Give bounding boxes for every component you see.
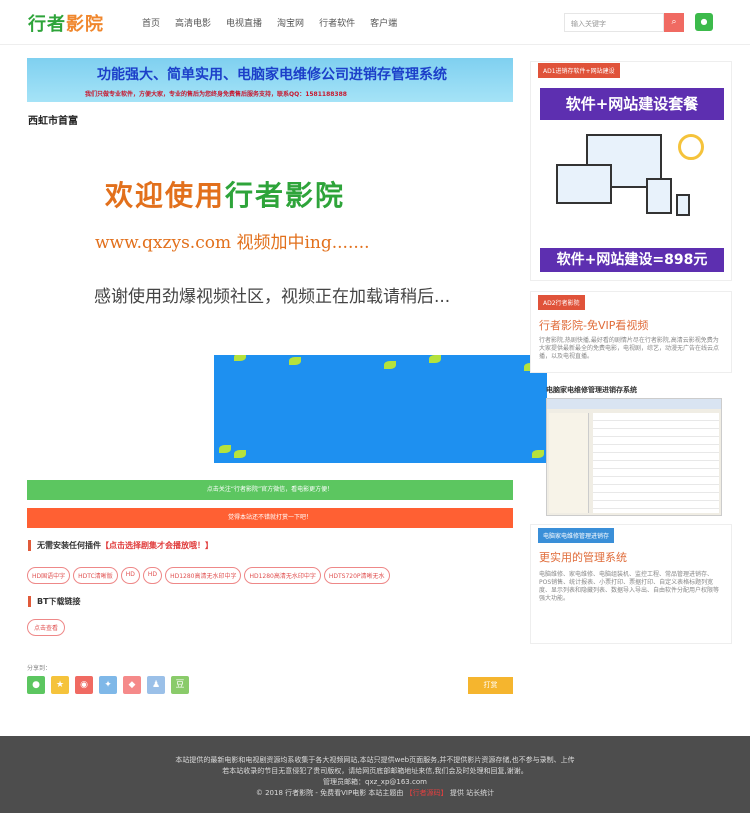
search-button[interactable]: ⌕ <box>664 13 684 32</box>
welcome-part1: 欢迎使用 <box>105 179 226 212</box>
episode-tag[interactable]: HD1280高清无水印中字 <box>244 567 321 584</box>
top-banner-ad[interactable]: 功能强大、简单实用、电脑家电维修公司进销存管理系统 我们只做专业软件，方便大家，… <box>27 58 513 102</box>
leaf-decoration <box>234 355 246 361</box>
nav-item-hd-movies[interactable]: 高清电影 <box>175 16 211 29</box>
share-label: 分享到： <box>27 665 52 672</box>
plugin-label: 无需安装任何插件 <box>37 541 101 550</box>
ad1-top-text: 软件+网站建设套餐 <box>540 88 724 120</box>
leaf-decoration <box>234 450 246 458</box>
nav-item-software[interactable]: 行者软件 <box>319 16 355 29</box>
tip-button[interactable]: 打赏 <box>468 677 513 694</box>
wechat-icon: ● <box>700 17 708 26</box>
nav-item-tv-live[interactable]: 电视直播 <box>226 16 262 29</box>
search-input[interactable]: 输入关键字 <box>564 13 664 32</box>
video-ad-image <box>214 355 547 463</box>
sidebar-ad1-label: AD1进销存软件+网站建设 <box>538 63 620 78</box>
footer-email: 管理员邮箱：qxz_xp@163.com <box>323 778 427 786</box>
wechat-button[interactable]: ● <box>695 13 713 31</box>
ad2-title[interactable]: 行者影院-免VIP看视频 <box>539 317 648 333</box>
phone-image <box>676 194 690 216</box>
logo-part2: 影院 <box>66 14 104 35</box>
follow-wechat-button[interactable]: 点击关注“行者影院”官方微信，看电影更方便！ <box>27 480 513 500</box>
video-player[interactable]: 欢迎使用行者影院 www.qxzys.com 视频加中ing....... 感谢… <box>27 140 547 470</box>
wechat-share-icon[interactable]: ● <box>27 676 45 694</box>
laptop-image <box>556 164 612 204</box>
leaf-decoration <box>289 357 301 365</box>
footer-copyright: © 2018 行者影院 - 免费看VIP电影 本站主题由 【行者源码】 提供 站… <box>0 788 750 798</box>
episode-tag[interactable]: HD国语中字 <box>27 567 71 584</box>
sidebar-ad2-label: AD2行者影院 <box>538 295 585 310</box>
theme-source-link[interactable]: 【行者源码】 <box>406 789 448 797</box>
banner-subtitle: 我们只做专业软件，方便大家，专业的售后为您终身免费售后服务支持，联系QQ：158… <box>85 91 347 98</box>
plugin-section-heading: 无需安装任何插件【点击选择剧集才会播放哦！】 <box>28 540 213 551</box>
loading-text: 感谢使用劲爆视频社区，视频正在加载请稍后... <box>94 287 451 307</box>
stats-link[interactable]: 提供 站长统计 <box>450 789 494 797</box>
share-icons: ● ★ ◉ ✦ ◆ ♟ 豆 <box>27 676 189 694</box>
ad1-bottom-text: 软件+网站建设=898元 <box>540 248 724 272</box>
site-url-text: www.qxzys.com 视频加中ing....... <box>95 233 370 253</box>
leaf-decoration <box>532 450 544 458</box>
site-header: 行者影院 首页 高清电影 电视直播 淘宝网 行者软件 客户端 输入关键字 ⌕ ● <box>0 0 750 45</box>
banner-title: 功能强大、简单实用、电脑家电维修公司进销存管理系统 <box>97 67 447 83</box>
tip-banner-button[interactable]: 觉得本站还不错就打赏一下吧！ <box>27 508 513 528</box>
download-section-heading: BT下载链接 <box>28 596 81 607</box>
episode-tag[interactable]: HD <box>142 567 163 584</box>
tencent-weibo-share-icon[interactable]: ✦ <box>99 676 117 694</box>
leaf-decoration <box>219 445 231 453</box>
leaf-decoration <box>429 355 441 363</box>
nav-item-taobao[interactable]: 淘宝网 <box>277 16 304 29</box>
episode-tag[interactable]: HDTC清晰版 <box>73 567 118 584</box>
nav-item-client[interactable]: 客户端 <box>370 16 397 29</box>
site-logo[interactable]: 行者影院 <box>28 10 104 36</box>
episode-tag[interactable]: HD <box>120 567 140 584</box>
mgmt-subtitle: 电脑家电维修管理进销存系统 <box>546 386 637 394</box>
tablet-image <box>646 178 672 214</box>
qzone-share-icon[interactable]: ★ <box>51 676 69 694</box>
mgmt-label: 电脑家电维修管理进销存 <box>538 528 615 543</box>
mgmt-title[interactable]: 更实用的管理系统 <box>539 549 627 565</box>
sidebar-ad1-image[interactable]: 软件+网站建设套餐 软件+网站建设=898元 <box>538 78 724 273</box>
footer-disclaimer-2: 若本站收录的节目无意侵犯了贵司版权，请给网页底部邮箱地址来信,我们会及时处理和回… <box>222 767 528 775</box>
lightbulb-icon <box>678 134 704 160</box>
page-title: 西虹市首富 <box>28 116 78 127</box>
mgmt-description: 电脑维修、家电维修、电脑组装机、监控工程、常品管理进销存、POS销售、统计报表、… <box>539 571 720 602</box>
plugin-link[interactable]: 【点击选择剧集才会播放哦！】 <box>101 541 213 550</box>
screenshot-table <box>593 413 719 513</box>
screenshot-toolbar <box>547 399 721 409</box>
footer-disclaimer-1: 本站提供的最新电影和电视剧资源均系收集于各大视频网站,本站只提供web页面服务,… <box>175 756 575 764</box>
screenshot-sidebar <box>549 413 589 513</box>
logo-part1: 行者 <box>28 14 66 35</box>
episode-tag[interactable]: HDTS720P清晰无水 <box>323 567 390 584</box>
main-nav: 首页 高清电影 电视直播 淘宝网 行者软件 客户端 <box>142 16 397 29</box>
douban-share-icon[interactable]: 豆 <box>171 676 189 694</box>
renren-share-icon[interactable]: ◆ <box>123 676 141 694</box>
download-view-button[interactable]: 点击查看 <box>27 619 66 636</box>
welcome-text: 欢迎使用行者影院 <box>105 174 345 214</box>
person-share-icon[interactable]: ♟ <box>147 676 165 694</box>
mgmt-system-screenshot[interactable] <box>546 398 722 516</box>
weibo-share-icon[interactable]: ◉ <box>75 676 93 694</box>
ad2-description: 行者影院,热剧快播,最好看的剧情片尽在行者影院,高清云影视免费为大家提供最新最全… <box>539 337 720 360</box>
leaf-decoration <box>384 361 396 369</box>
episode-tags: HD国语中字 HDTC清晰版 HD HD HD1280高清无水印中字 HD128… <box>27 567 390 584</box>
site-footer: 本站提供的最新电影和电视剧资源均系收集于各大视频网站,本站只提供web页面服务,… <box>0 736 750 813</box>
nav-item-home[interactable]: 首页 <box>142 16 160 29</box>
welcome-part2: 行者影院 <box>225 179 346 212</box>
episode-tag[interactable]: HD1280高清无水印中字 <box>165 567 242 584</box>
search-icon: ⌕ <box>671 17 677 27</box>
copyright-text: © 2018 行者影院 - 免费看VIP电影 本站主题由 <box>255 789 404 797</box>
